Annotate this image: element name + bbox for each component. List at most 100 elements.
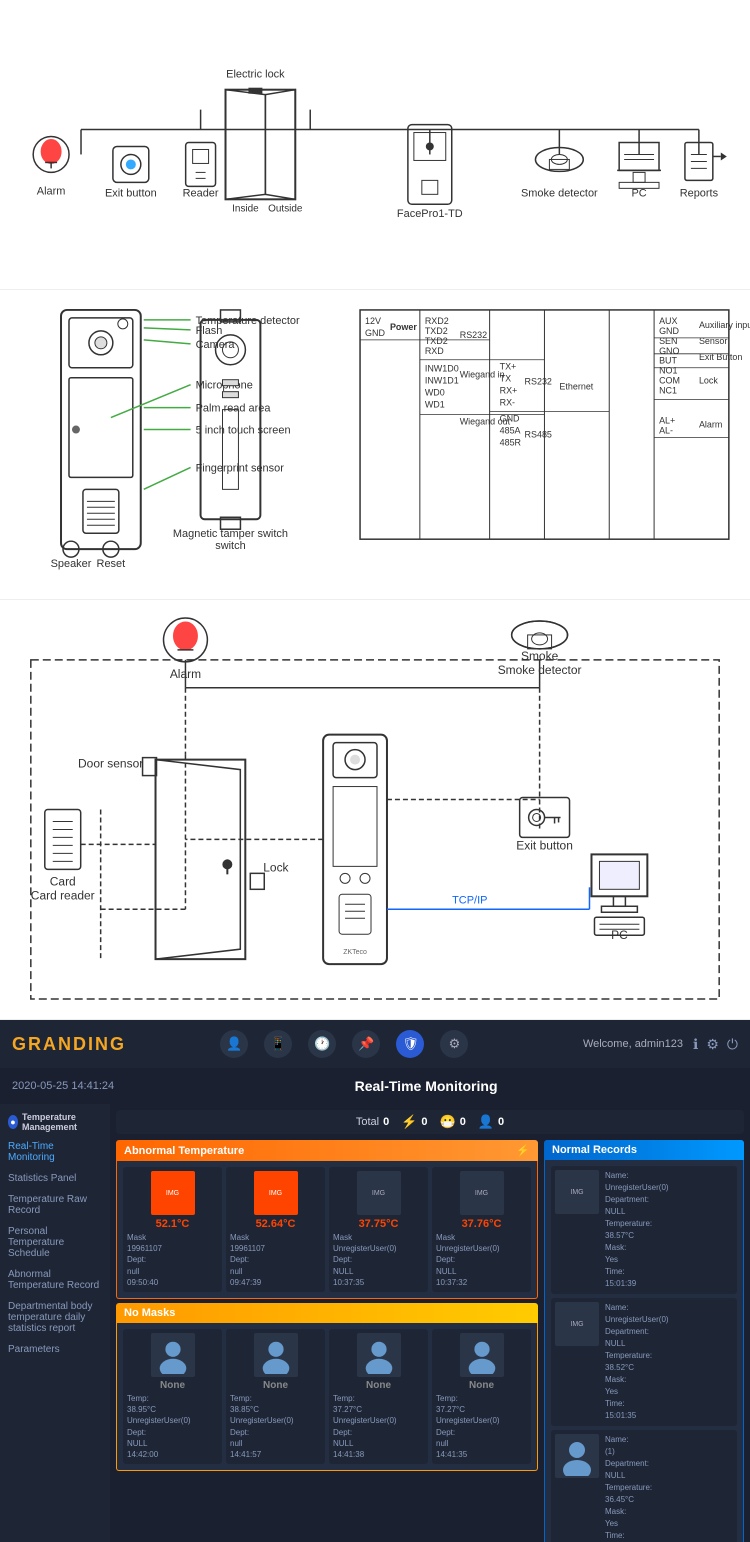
normal-thumb-3: [555, 1434, 599, 1478]
svg-text:switch: switch: [215, 540, 245, 552]
fire-icon: ⚡: [401, 1114, 417, 1130]
nomask-card-1: None Temp: 38.95°C UnregisterUser(0) Dep…: [123, 1329, 222, 1464]
electric-lock-label: Electric lock: [226, 69, 285, 81]
normal-record-2: IMG Name: UnregisterUser(0) Department: …: [551, 1298, 737, 1426]
connection-diagram: Alarm Smoke Smoke detector Door sensor: [0, 600, 750, 1020]
svg-text:PC: PC: [611, 928, 628, 942]
alarm-label: Alarm: [37, 185, 66, 197]
abnormal-header: Abnormal Temperature ⚡: [116, 1140, 538, 1161]
svg-text:RXD: RXD: [425, 346, 444, 356]
nomask-card-4: None Temp: 37.27°C UnregisterUser(0) Dep…: [432, 1329, 531, 1464]
svg-text:485A: 485A: [500, 426, 521, 436]
svg-text:RS232: RS232: [525, 377, 552, 387]
temp-value-2: 52.64°C: [256, 1218, 296, 1230]
reports-label: Reports: [680, 187, 719, 199]
nomask-thumb-3: [357, 1333, 401, 1377]
sidebar: ● Temperature Management Real-Time Monit…: [0, 1104, 110, 1542]
warning-count: 0: [460, 1116, 466, 1128]
svg-text:INW1D0: INW1D0: [425, 364, 459, 374]
nav-info-icon[interactable]: ℹ: [693, 1036, 698, 1053]
nomask-info-4: Temp: 37.27°C UnregisterUser(0) Dept: nu…: [436, 1393, 527, 1460]
software-ui: GRANDING 👤 📱 🕐 📌 🛡 ⚙ Welcome, admin123 ℹ…: [0, 1020, 750, 1542]
svg-text:SEN: SEN: [659, 336, 677, 346]
person-thumb-4: IMG: [460, 1171, 504, 1215]
sub-navigation: 2020-05-25 14:41:24 Real-Time Monitoring: [0, 1068, 750, 1104]
sidebar-section-header: ● Temperature Management: [0, 1108, 110, 1136]
person-info-1: Mask 19961107 Dept: null 09:50:40: [127, 1232, 218, 1288]
sidebar-abnormal[interactable]: Abnormal Temperature Record: [0, 1264, 110, 1296]
datetime-display: 2020-05-25 14:41:24: [12, 1080, 114, 1092]
right-column: Normal Records IMG Name: UnregisterUser(…: [544, 1140, 744, 1530]
nav-shield-icon[interactable]: 🛡: [396, 1030, 424, 1058]
svg-text:GND: GND: [659, 326, 679, 336]
nav-settings-icon[interactable]: ⚙: [706, 1036, 719, 1053]
svg-text:RX-: RX-: [500, 398, 515, 408]
sidebar-params[interactable]: Parameters: [0, 1339, 110, 1360]
main-content: ● Temperature Management Real-Time Monit…: [0, 1104, 750, 1542]
normal-record-3: Name: (1) Department: NULL Temperature: …: [551, 1430, 737, 1542]
svg-text:Wiegand in: Wiegand in: [460, 370, 505, 380]
page-title: Real-Time Monitoring: [355, 1078, 498, 1094]
svg-text:5 inch touch screen: 5 inch touch screen: [196, 425, 291, 437]
svg-text:Alarm: Alarm: [699, 420, 722, 430]
nomask-header: No Masks: [116, 1303, 538, 1323]
abnormal-card-4: IMG 37.76°C Mask UnregisterUser(0) Dept:…: [432, 1167, 531, 1292]
svg-text:Card reader: Card reader: [31, 888, 95, 902]
abnormal-icon: ⚡: [516, 1144, 530, 1157]
svg-text:RS232: RS232: [460, 330, 487, 340]
svg-text:12V: 12V: [365, 316, 381, 326]
normal-header-text: Normal Records: [552, 1144, 637, 1156]
system-diagram: Alarm Exit button Reader Electric lock I…: [0, 0, 750, 290]
sidebar-dept-stats[interactable]: Departmental body temperature daily stat…: [0, 1296, 110, 1339]
sidebar-statistics[interactable]: Statistics Panel: [0, 1168, 110, 1189]
nomask-label-4: None: [469, 1380, 494, 1391]
no-masks-section: No Masks: [116, 1303, 538, 1471]
welcome-text: Welcome, admin123: [583, 1038, 683, 1050]
svg-text:Outside: Outside: [268, 203, 303, 214]
abnormal-card-1: IMG 52.1°C Mask 19961107 Dept: null 09:5…: [123, 1167, 222, 1292]
sidebar-raw-record[interactable]: Temperature Raw Record: [0, 1189, 110, 1221]
nomask-header-text: No Masks: [124, 1307, 175, 1319]
temp-value-3: 37.75°C: [359, 1218, 399, 1230]
logo: GRANDING: [12, 1034, 126, 1055]
sidebar-personal-temp[interactable]: Personal Temperature Schedule: [0, 1221, 110, 1264]
normal-record-1: IMG Name: UnregisterUser(0) Department: …: [551, 1166, 737, 1294]
total-stat: Total 0: [356, 1116, 389, 1128]
top-navigation: GRANDING 👤 📱 🕐 📌 🛡 ⚙ Welcome, admin123 ℹ…: [0, 1020, 750, 1068]
nav-time-icon[interactable]: 🕐: [308, 1030, 336, 1058]
svg-text:RX+: RX+: [500, 386, 518, 396]
abnormal-card-3: IMG 37.75°C Mask UnregisterUser(0) Dept:…: [329, 1167, 428, 1292]
person-stat: 👤 0: [478, 1114, 504, 1130]
nomask-card-2: None Temp: 38.85°C UnregisterUser(0) Dep…: [226, 1329, 325, 1464]
svg-text:AL-: AL-: [659, 426, 673, 436]
normal-info-1: Name: UnregisterUser(0) Department: NULL…: [605, 1170, 669, 1290]
normal-info-3: Name: (1) Department: NULL Temperature: …: [605, 1434, 652, 1542]
normal-header: Normal Records: [544, 1140, 744, 1160]
abnormal-header-text: Abnormal Temperature: [124, 1145, 244, 1157]
person-thumb-3: IMG: [357, 1171, 401, 1215]
svg-text:GNO: GNO: [659, 346, 679, 356]
nav-exit-icon[interactable]: ⏻: [727, 1036, 738, 1053]
total-label: Total: [356, 1116, 379, 1128]
person-count: 0: [498, 1116, 504, 1128]
person-thumb-1: IMG: [151, 1171, 195, 1215]
svg-text:RS485: RS485: [525, 430, 552, 440]
nav-pin-icon[interactable]: 📌: [352, 1030, 380, 1058]
nomask-info-2: Temp: 38.85°C UnregisterUser(0) Dept: nu…: [230, 1393, 321, 1460]
nav-mobile-icon[interactable]: 📱: [264, 1030, 292, 1058]
svg-text:RXD2: RXD2: [425, 316, 449, 326]
nav-icons: 👤 📱 🕐 📌 🛡 ⚙: [220, 1030, 468, 1058]
nomask-thumb-4: [460, 1333, 504, 1377]
nomask-thumb-1: [151, 1333, 195, 1377]
svg-text:NO1: NO1: [659, 366, 677, 376]
nav-user-icon[interactable]: 👤: [220, 1030, 248, 1058]
svg-text:TX: TX: [500, 374, 511, 384]
sidebar-realtime[interactable]: Real-Time Monitoring: [0, 1136, 110, 1168]
nav-gear-icon[interactable]: ⚙: [440, 1030, 468, 1058]
nomask-label-3: None: [366, 1380, 391, 1391]
nomask-label-2: None: [263, 1380, 288, 1391]
left-column: Abnormal Temperature ⚡ IMG 52.1°C Mask 1…: [116, 1140, 538, 1530]
fire-stat: ⚡ 0: [401, 1114, 427, 1130]
person-icon: 👤: [478, 1114, 494, 1130]
svg-text:Speaker: Speaker: [51, 558, 92, 570]
